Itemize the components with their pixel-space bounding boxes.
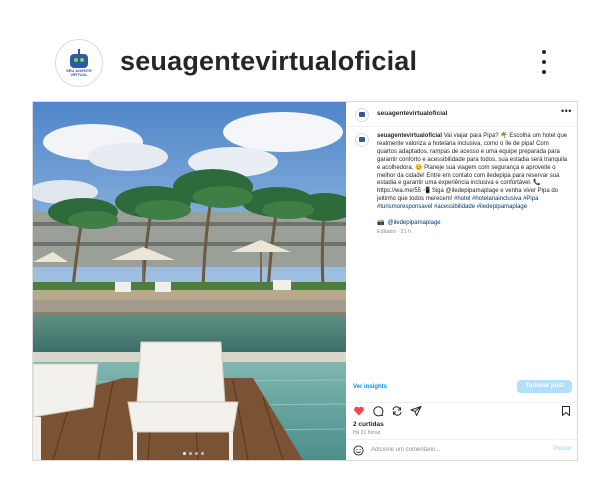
more-vertical-icon[interactable] (538, 48, 550, 76)
photo-carousel-dots (183, 452, 204, 455)
emoji-icon[interactable] (353, 445, 364, 456)
view-insights-link[interactable]: Ver insights (353, 384, 387, 390)
post-author-username[interactable]: seuagentevirtualoficial (377, 110, 447, 117)
carousel-dot[interactable] (195, 452, 198, 455)
post-photo[interactable] (33, 102, 346, 460)
post-comment-button[interactable]: Postar (553, 446, 572, 452)
carousel-dot[interactable] (189, 452, 192, 455)
share-icon[interactable] (410, 405, 422, 417)
likes-count[interactable]: 2 curtidas (353, 421, 384, 428)
post-card: seuagentevirtualoficial ••• seuagentevir… (32, 101, 578, 461)
post-header: seuagentevirtualoficial ••• (347, 102, 577, 127)
boost-post-button[interactable]: Turbinar post (517, 380, 572, 393)
caption-text: Vai viajar para Pipa? 🌴 Escolha um hotel… (377, 133, 568, 203)
comment-icon[interactable] (372, 405, 384, 417)
post-actions-bar (347, 402, 577, 419)
edited-timestamp: Editado · 21 h (377, 229, 412, 235)
heart-icon[interactable] (353, 405, 365, 417)
profile-header: SEU AGENTE VIRTUAL seuagentevirtualofici… (0, 0, 610, 100)
comment-input[interactable] (371, 444, 531, 456)
profile-avatar[interactable]: SEU AGENTE VIRTUAL (55, 39, 103, 87)
caption-author-username[interactable]: seuagentevirtualoficial (377, 133, 442, 139)
carousel-dot[interactable] (183, 452, 186, 455)
post-time: Há 21 horas (353, 430, 381, 436)
camera-emoji-icon: 📸 (377, 220, 385, 226)
post-author-avatar[interactable] (355, 108, 369, 122)
carousel-dot[interactable] (201, 452, 204, 455)
robot-logo-icon: SEU AGENTE VIRTUAL (64, 48, 94, 78)
caption-tagged-line: 📸 @iledepipamaplage (377, 219, 441, 226)
repost-icon[interactable] (391, 405, 403, 417)
save-icon[interactable] (560, 405, 572, 417)
tagged-handle-link[interactable]: @iledepipamaplage (387, 220, 440, 226)
profile-username[interactable]: seuagentevirtualoficial (120, 43, 417, 79)
more-horizontal-icon[interactable]: ••• (561, 107, 572, 116)
post-sidebar: seuagentevirtualoficial ••• seuagentevir… (347, 102, 577, 460)
comment-bar: Postar (347, 439, 577, 461)
avatar-logo-text: SEU AGENTE VIRTUAL (66, 68, 92, 77)
post-caption: seuagentevirtualoficial Vai viajar para … (377, 133, 569, 212)
caption-author-avatar[interactable] (355, 133, 369, 147)
